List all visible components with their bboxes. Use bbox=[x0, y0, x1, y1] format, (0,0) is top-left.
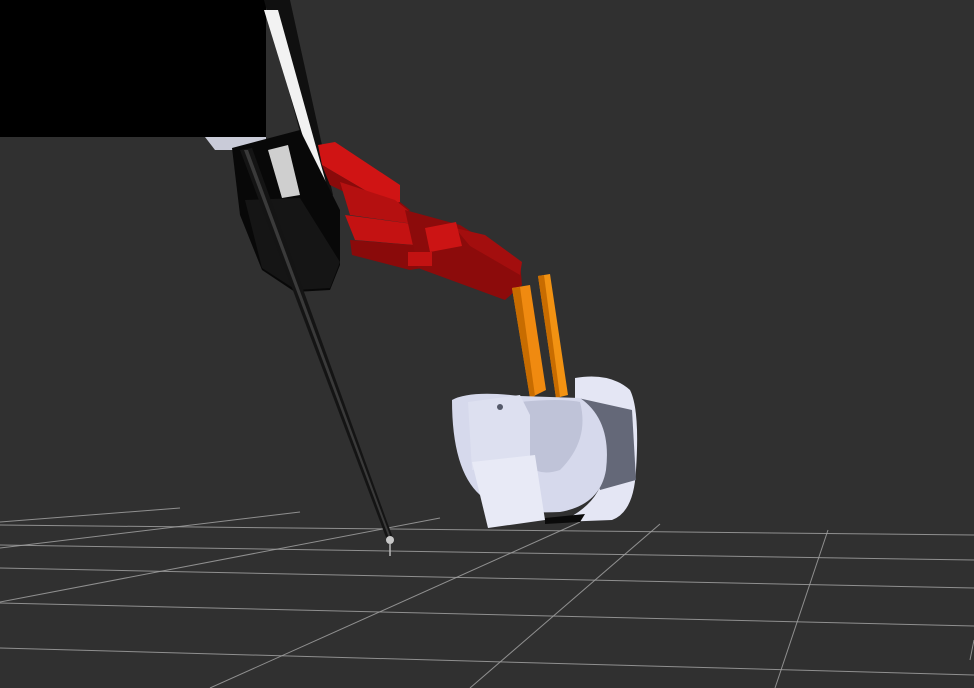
scene-canvas[interactable] bbox=[0, 0, 974, 688]
red-parallel-linkage-arm[interactable] bbox=[318, 142, 522, 300]
ground-grid bbox=[0, 507, 974, 688]
3d-viewport[interactable] bbox=[0, 0, 974, 688]
instrument-tip[interactable] bbox=[386, 536, 394, 556]
robot-arm-base-block[interactable] bbox=[0, 0, 266, 150]
grey-spherical-wrist-housing[interactable] bbox=[452, 376, 638, 529]
orange-wrist-links[interactable] bbox=[512, 274, 568, 398]
